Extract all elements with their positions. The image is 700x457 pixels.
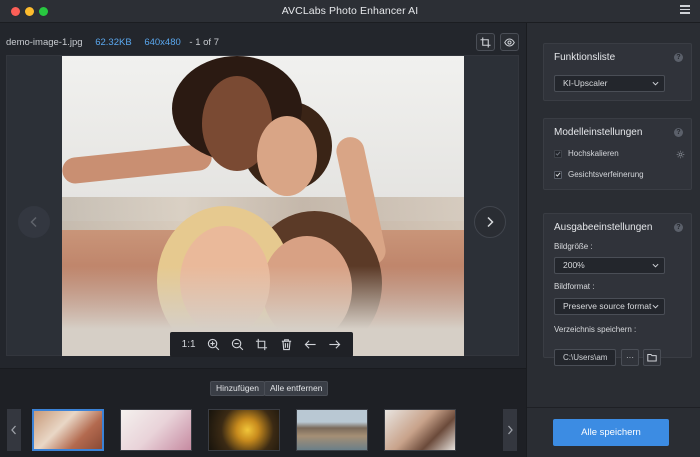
folder-icon (647, 354, 657, 362)
thumbnail-image-5[interactable] (384, 409, 456, 451)
checkmark-icon (555, 172, 561, 177)
save-directory-field[interactable]: C:\Users\am (554, 349, 616, 366)
zoom-in-icon[interactable] (207, 338, 220, 351)
file-info: demo-image-1.jpg 62.32KB 640x480 - 1 of … (6, 37, 219, 48)
thumbnail-strip: Hinzufügen Alle entfernen (0, 368, 526, 457)
output-settings-card: Ausgabeeinstellungen ? Bildgröße : 200% … (543, 213, 692, 366)
thumbnail-image-3[interactable] (208, 409, 280, 451)
chevron-down-icon (652, 81, 659, 86)
thumbnails-scroll-left-button[interactable] (7, 409, 21, 451)
settings-panel: Funktionsliste ? KI-Upscaler Modelleinst… (526, 23, 700, 457)
next-image-button[interactable] (474, 206, 506, 238)
remove-all-button[interactable]: Alle entfernen (264, 381, 329, 396)
face-refinement-checkbox[interactable] (554, 170, 562, 179)
image-size-label: Bildgröße : (554, 242, 593, 251)
function-list-card: Funktionsliste ? KI-Upscaler (543, 43, 692, 101)
hamburger-menu-icon[interactable] (680, 5, 690, 15)
checkmark-icon (555, 151, 561, 156)
crop-icon[interactable] (255, 338, 268, 351)
image-format-value: Preserve source format (563, 301, 652, 311)
app-title: AVCLabs Photo Enhancer AI (281, 5, 419, 17)
help-icon[interactable]: ? (674, 53, 683, 62)
preview-image (62, 56, 464, 356)
image-format-select[interactable]: Preserve source format (554, 298, 665, 315)
thumbnails-scroll-right-button[interactable] (503, 409, 517, 451)
arrow-left-icon[interactable] (304, 338, 317, 351)
chevron-left-icon (30, 216, 37, 228)
trash-icon[interactable] (280, 338, 293, 351)
gear-icon[interactable] (676, 150, 685, 159)
model-settings-title: Modelleinstellungen (554, 127, 643, 138)
arrow-right-icon[interactable] (328, 338, 341, 351)
add-images-button[interactable]: Hinzufügen (210, 381, 266, 396)
image-format-label: Bildformat : (554, 282, 595, 291)
upscale-checkbox (554, 149, 562, 158)
image-viewer: 1:1 (6, 55, 519, 357)
title-bar: AVCLabs Photo Enhancer AI (0, 0, 700, 23)
open-folder-button[interactable] (643, 349, 661, 366)
function-select-value: KI-Upscaler (563, 78, 608, 88)
thumbnail-image-4[interactable] (296, 409, 368, 451)
function-select[interactable]: KI-Upscaler (554, 75, 665, 92)
chevron-down-icon (652, 303, 659, 310)
face-refinement-option[interactable]: Gesichtsverfeinerung (554, 170, 644, 179)
save-all-button[interactable]: Alle speichern (553, 419, 669, 446)
actual-size-button[interactable]: 1:1 (182, 339, 196, 350)
help-icon[interactable]: ? (674, 223, 683, 232)
preview-toggle-button[interactable] (500, 33, 519, 51)
previous-image-button[interactable] (18, 206, 50, 238)
chevron-left-icon (11, 425, 16, 435)
output-settings-title: Ausgabeeinstellungen (554, 222, 653, 233)
thumbnail-image-1[interactable] (32, 409, 104, 451)
crop-toggle-button[interactable] (476, 33, 495, 51)
file-name: demo-image-1.jpg (6, 37, 83, 48)
upscale-label: Hochskalieren (568, 149, 619, 158)
upscale-option: Hochskalieren (554, 149, 619, 158)
zoom-out-icon[interactable] (231, 338, 244, 351)
face-refinement-label: Gesichtsverfeinerung (568, 170, 644, 179)
function-list-title: Funktionsliste (554, 52, 616, 63)
chevron-down-icon (652, 263, 659, 268)
eye-icon (504, 38, 515, 46)
save-directory-label: Verzeichnis speichern : (554, 325, 637, 334)
page-counter: - 1 of 7 (189, 37, 219, 48)
model-settings-card: Modelleinstellungen ? Hochskalieren Gesi… (543, 118, 692, 190)
thumbnail-image-2[interactable] (120, 409, 192, 451)
crop-icon (480, 36, 491, 48)
image-size-select[interactable]: 200% (554, 257, 665, 274)
file-size: 62.32KB (95, 37, 132, 48)
image-toolbar: 1:1 (170, 332, 353, 357)
image-size-value: 200% (563, 260, 585, 270)
chevron-right-icon (487, 216, 494, 228)
panel-divider (527, 407, 700, 408)
help-icon[interactable]: ? (674, 128, 683, 137)
chevron-right-icon (508, 425, 513, 435)
work-area: demo-image-1.jpg 62.32KB 640x480 - 1 of … (0, 23, 526, 457)
file-dimensions: 640x480 (144, 37, 181, 48)
browse-options-button[interactable]: ··· (621, 349, 639, 366)
